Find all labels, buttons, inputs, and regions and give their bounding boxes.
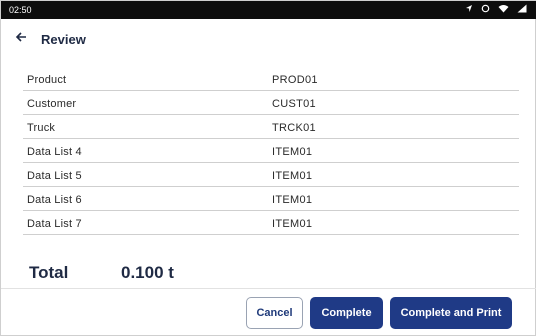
sync-icon (481, 1, 490, 19)
signal-icon (517, 1, 527, 19)
row-value: TRCK01 (272, 122, 316, 134)
row-label: Data List 5 (27, 170, 82, 182)
row-value: CUST01 (272, 98, 316, 110)
row-label: Data List 4 (27, 146, 82, 158)
back-button[interactable] (7, 25, 35, 53)
details-row: Customer CUST01 (23, 91, 519, 115)
complete-button[interactable]: Complete (310, 297, 383, 329)
row-value: ITEM01 (272, 170, 313, 182)
status-time: 02:50 (9, 5, 32, 15)
page-title: Review (41, 31, 86, 47)
review-details-table: Product PROD01 Customer CUST01 Truck TRC… (23, 67, 519, 235)
row-value: ITEM01 (272, 146, 313, 158)
footer-divider (1, 288, 536, 289)
arrow-left-icon (15, 30, 27, 48)
app-bar: Review (1, 19, 536, 59)
total-value: 0.100 t (121, 263, 174, 282)
wifi-icon (498, 1, 509, 19)
row-label: Truck (27, 122, 56, 134)
complete-and-print-button[interactable]: Complete and Print (390, 297, 512, 329)
details-row: Data List 7 ITEM01 (23, 211, 519, 235)
row-label: Customer (27, 98, 77, 110)
row-label: Data List 7 (27, 218, 82, 230)
details-row: Data List 5 ITEM01 (23, 163, 519, 187)
row-label: Product (27, 74, 67, 86)
row-value: ITEM01 (272, 218, 313, 230)
row-value: ITEM01 (272, 194, 313, 206)
device-screen: 02:50 Review Product PROD01 Customer CUS… (0, 0, 536, 336)
details-row: Data List 6 ITEM01 (23, 187, 519, 211)
row-value: PROD01 (272, 74, 318, 86)
details-row: Product PROD01 (23, 67, 519, 91)
status-bar: 02:50 (1, 1, 536, 19)
details-row: Data List 4 ITEM01 (23, 139, 519, 163)
row-label: Data List 6 (27, 194, 82, 206)
cancel-button[interactable]: Cancel (246, 297, 303, 329)
total-label: Total (29, 263, 69, 282)
status-icons (465, 1, 527, 19)
details-row: Truck TRCK01 (23, 115, 519, 139)
location-icon (465, 1, 473, 19)
